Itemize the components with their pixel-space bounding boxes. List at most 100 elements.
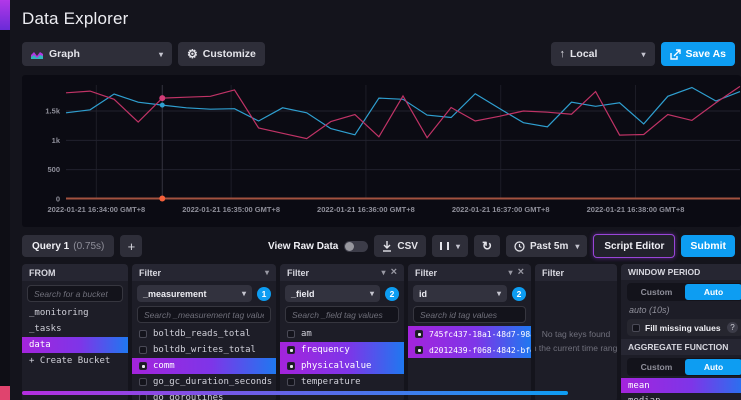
customize-button[interactable]: ⚙ Customize [178, 42, 265, 66]
window-period-value: auto (10s) [629, 305, 741, 315]
from-panel-header: FROM [22, 264, 128, 281]
measurement-search-input[interactable] [144, 310, 264, 320]
field-list-item[interactable]: physicalvalue [280, 358, 404, 374]
bucket-list-item[interactable]: _monitoring [22, 305, 128, 321]
checkbox[interactable] [139, 346, 147, 354]
tag-key-dropdown[interactable]: id ▾ [413, 285, 507, 302]
field-search[interactable] [285, 306, 399, 323]
selected-count-badge: 2 [385, 287, 399, 301]
filter-header[interactable]: Filter ▾ × [408, 264, 531, 281]
measurement-name: go_gc_duration_seconds [153, 377, 272, 387]
bucket-list-item[interactable]: + Create Bucket [22, 353, 128, 369]
filter-header[interactable]: Filter [535, 264, 617, 281]
filter-panel-id: Filter ▾ × id ▾ 2 [408, 264, 531, 400]
id-value: d2012439-f068-4842-bfef-8… [429, 346, 531, 355]
left-nav-strip[interactable] [0, 0, 10, 400]
nav-logo-accent [0, 0, 10, 30]
field-list-item[interactable]: temperature [280, 374, 404, 390]
svg-text:1.5k: 1.5k [45, 107, 60, 116]
local-dropdown[interactable]: ↑ Local ▾ [551, 42, 655, 66]
measurement-list-item[interactable]: boltdb_reads_total [132, 326, 276, 342]
window-period-panel: WINDOW PERIOD Custom Auto auto (10s) Fil… [621, 264, 741, 400]
field-list-item[interactable]: am [280, 326, 404, 342]
id-list-item[interactable]: 745fc437-18a1-48d7-98a6-7… [408, 326, 531, 342]
selected-count-badge: 2 [512, 287, 526, 301]
main-content: Data Explorer Graph ▾ ⚙ Customize ↑ Loca… [10, 0, 741, 400]
fill-missing-checkbox[interactable] [632, 324, 640, 332]
time-range-dropdown[interactable]: Past 5m ▾ [506, 235, 587, 257]
empty-line-1: No tag keys found [542, 328, 611, 342]
checkbox[interactable] [415, 330, 423, 338]
field-list: am frequency physicalvalue [280, 326, 404, 400]
measurement-search[interactable] [137, 306, 271, 323]
filter-header[interactable]: Filter ▾ [132, 264, 276, 281]
close-icon[interactable]: × [391, 267, 397, 278]
tag-key-label: _field [291, 289, 315, 299]
gear-icon: ⚙ [187, 48, 198, 60]
view-raw-data-toggle[interactable] [344, 241, 368, 252]
aggregate-function-item[interactable]: mean [621, 378, 741, 393]
add-query-button[interactable]: + [120, 235, 142, 257]
checkbox[interactable] [415, 346, 423, 354]
query-tab[interactable]: Query 1 (0.75s) [22, 235, 114, 257]
bucket-name: + Create Bucket [29, 356, 110, 366]
bucket-list-item[interactable]: _tasks [22, 321, 128, 337]
script-editor-button[interactable]: Script Editor [593, 234, 675, 258]
filter-panel-measurement: Filter ▾ _measurement ▾ 1 [132, 264, 276, 400]
id-list-item[interactable]: d2012439-f068-4842-bfef-8… [408, 342, 531, 358]
measurement-list-item[interactable]: go_gc_duration_seconds [132, 374, 276, 390]
close-icon[interactable]: × [518, 267, 524, 278]
filter-panel-empty: Filter No tag keys found in the current … [535, 264, 617, 400]
checkbox[interactable] [287, 330, 295, 338]
chevron-down-icon: ▾ [509, 268, 513, 277]
svg-text:2022-01-21 16:38:00 GMT+8: 2022-01-21 16:38:00 GMT+8 [587, 205, 685, 214]
auto-option[interactable]: Auto [685, 284, 741, 300]
timeseries-chart[interactable]: 2022-01-21 16:34:00 GMT+82022-01-21 16:3… [28, 81, 741, 221]
bucket-search[interactable] [27, 285, 123, 302]
tag-key-dropdown[interactable]: _measurement ▾ [137, 285, 252, 302]
chevron-down-icon: ▾ [642, 50, 646, 59]
csv-download-button[interactable]: CSV [374, 235, 426, 257]
function-name: median [628, 396, 661, 400]
aggregate-function-header: AGGREGATE FUNCTION [621, 339, 741, 355]
horizontal-scrollbar[interactable] [22, 391, 568, 395]
checkbox[interactable] [287, 378, 295, 386]
measurement-list-item[interactable]: comm [132, 358, 276, 374]
checkbox[interactable] [139, 362, 147, 370]
checkbox[interactable] [287, 362, 295, 370]
svg-text:1k: 1k [52, 136, 61, 145]
filter-header[interactable]: Filter ▾ × [280, 264, 404, 281]
bucket-list-item[interactable]: data [22, 337, 128, 353]
svg-text:2022-01-21 16:35:00 GMT+8: 2022-01-21 16:35:00 GMT+8 [182, 205, 280, 214]
custom-option[interactable]: Custom [628, 359, 685, 375]
refresh-button[interactable]: ↻ [474, 235, 500, 257]
bucket-search-input[interactable] [34, 289, 116, 299]
aggregate-function-item[interactable]: median [621, 393, 741, 400]
checkbox[interactable] [287, 346, 295, 354]
tag-key-dropdown[interactable]: _field ▾ [285, 285, 380, 302]
fill-missing-values-row[interactable]: Fill missing values ? [627, 319, 741, 336]
measurement-list-item[interactable]: boltdb_writes_total [132, 342, 276, 358]
field-list-item[interactable]: frequency [280, 342, 404, 358]
script-editor-label: Script Editor [604, 241, 664, 252]
filter-title: Filter [287, 268, 377, 278]
empty-line-2: in the current time range [535, 342, 617, 356]
plus-icon: + [128, 239, 136, 254]
pause-dropdown-button[interactable]: ▾ [432, 235, 468, 257]
save-as-button[interactable]: Save As [661, 42, 735, 66]
id-search[interactable] [413, 306, 526, 323]
auto-option[interactable]: Auto [685, 359, 741, 375]
submit-button[interactable]: Submit [681, 235, 735, 257]
chevron-down-icon: ▾ [456, 242, 460, 251]
measurement-list: boltdb_reads_total boltdb_writes_total c… [132, 326, 276, 400]
submit-label: Submit [690, 240, 726, 252]
view-type-dropdown[interactable]: Graph ▾ [22, 42, 172, 66]
custom-option[interactable]: Custom [628, 284, 685, 300]
checkbox[interactable] [139, 330, 147, 338]
help-icon[interactable]: ? [727, 322, 738, 333]
field-search-input[interactable] [292, 310, 392, 320]
view-raw-data-label: View Raw Data [268, 241, 338, 252]
id-search-input[interactable] [420, 310, 519, 320]
field-name: temperature [301, 377, 361, 387]
checkbox[interactable] [139, 378, 147, 386]
